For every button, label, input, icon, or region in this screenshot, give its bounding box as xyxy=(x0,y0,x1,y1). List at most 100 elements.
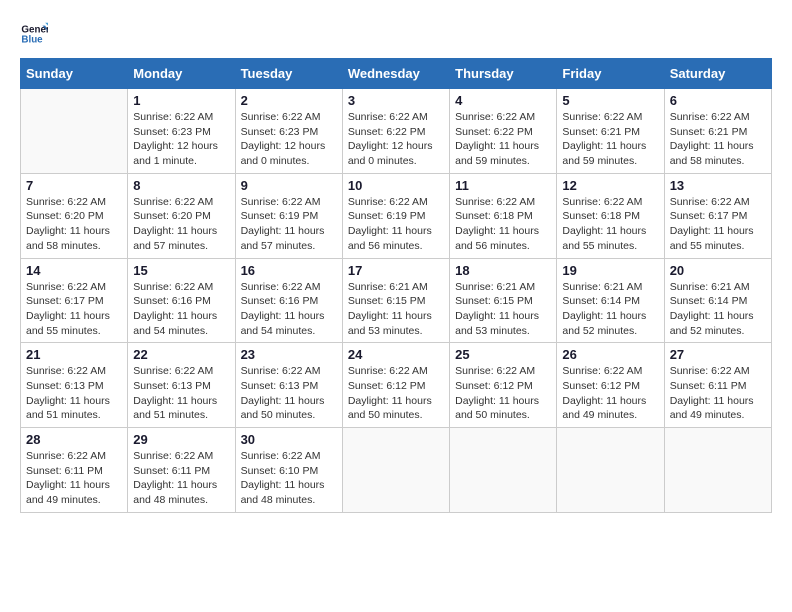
calendar-cell: 6Sunrise: 6:22 AM Sunset: 6:21 PM Daylig… xyxy=(664,89,771,174)
day-number: 30 xyxy=(241,432,337,447)
day-header-friday: Friday xyxy=(557,59,664,89)
day-info: Sunrise: 6:22 AM Sunset: 6:23 PM Dayligh… xyxy=(241,110,337,169)
calendar-cell: 13Sunrise: 6:22 AM Sunset: 6:17 PM Dayli… xyxy=(664,173,771,258)
calendar-cell: 10 Sunrise: 6:22 AM Sunset: 6:19 PM Dayli… xyxy=(342,173,449,258)
day-number: 4 xyxy=(455,93,551,108)
day-info: Sunrise: 6:22 AM Sunset: 6:13 PM Dayligh… xyxy=(241,364,337,423)
calendar-cell xyxy=(342,428,449,513)
day-info: Sunrise: 6:21 AM Sunset: 6:14 PM Dayligh… xyxy=(670,280,766,339)
day-info: Sunrise: 6:21 AM Sunset: 6:14 PM Dayligh… xyxy=(562,280,658,339)
calendar-cell: 15 Sunrise: 6:22 AM Sunset: 6:16 PM Dayli… xyxy=(128,258,235,343)
day-number: 2 xyxy=(241,93,337,108)
day-number: 23 xyxy=(241,347,337,362)
day-info: Sunrise: 6:22 AM Sunset: 6:18 PM Dayligh… xyxy=(562,195,658,254)
day-number: 10 xyxy=(348,178,444,193)
day-number: 16 xyxy=(241,263,337,278)
day-info: Sunrise: 6:22 AM Sunset: 6:22 PM Dayligh… xyxy=(455,110,551,169)
calendar-cell: 29 Sunrise: 6:22 AM Sunset: 6:11 PM Dayli… xyxy=(128,428,235,513)
calendar-cell: 17 Sunrise: 6:21 AM Sunset: 6:15 PM Dayli… xyxy=(342,258,449,343)
day-number: 18 xyxy=(455,263,551,278)
day-info: Sunrise: 6:22 AM Sunset: 6:12 PM Dayligh… xyxy=(455,364,551,423)
calendar-cell xyxy=(450,428,557,513)
week-row-5: 28 Sunrise: 6:22 AM Sunset: 6:11 PM Dayli… xyxy=(21,428,772,513)
day-info: Sunrise: 6:22 AM Sunset: 6:10 PM Dayligh… xyxy=(241,449,337,508)
day-info: Sunrise: 6:22 AM Sunset: 6:11 PM Dayligh… xyxy=(670,364,766,423)
day-info: Sunrise: 6:22 AM Sunset: 6:20 PM Dayligh… xyxy=(26,195,122,254)
day-info: Sunrise: 6:22 AM Sunset: 6:22 PM Dayligh… xyxy=(348,110,444,169)
day-number: 13 xyxy=(670,178,766,193)
calendar-cell: 28 Sunrise: 6:22 AM Sunset: 6:11 PM Dayli… xyxy=(21,428,128,513)
calendar-cell: 8Sunrise: 6:22 AM Sunset: 6:20 PM Daylig… xyxy=(128,173,235,258)
day-number: 11 xyxy=(455,178,551,193)
day-header-saturday: Saturday xyxy=(664,59,771,89)
calendar-cell: 5 Sunrise: 6:22 AM Sunset: 6:21 PM Daylig… xyxy=(557,89,664,174)
day-number: 6 xyxy=(670,93,766,108)
day-number: 5 xyxy=(562,93,658,108)
day-number: 24 xyxy=(348,347,444,362)
day-info: Sunrise: 6:22 AM Sunset: 6:11 PM Dayligh… xyxy=(26,449,122,508)
calendar-cell: 16 Sunrise: 6:22 AM Sunset: 6:16 PM Dayli… xyxy=(235,258,342,343)
day-number: 17 xyxy=(348,263,444,278)
week-row-3: 14Sunrise: 6:22 AM Sunset: 6:17 PM Dayli… xyxy=(21,258,772,343)
calendar-cell: 18 Sunrise: 6:21 AM Sunset: 6:15 PM Dayli… xyxy=(450,258,557,343)
calendar-cell: 26 Sunrise: 6:22 AM Sunset: 6:12 PM Dayli… xyxy=(557,343,664,428)
day-number: 27 xyxy=(670,347,766,362)
day-header-monday: Monday xyxy=(128,59,235,89)
logo: General Blue xyxy=(20,20,52,48)
page-header: General Blue xyxy=(20,20,772,48)
week-row-4: 21 Sunrise: 6:22 AM Sunset: 6:13 PM Dayli… xyxy=(21,343,772,428)
calendar-cell: 23 Sunrise: 6:22 AM Sunset: 6:13 PM Dayli… xyxy=(235,343,342,428)
day-info: Sunrise: 6:22 AM Sunset: 6:18 PM Dayligh… xyxy=(455,195,551,254)
day-info: Sunrise: 6:22 AM Sunset: 6:23 PM Dayligh… xyxy=(133,110,229,169)
calendar-cell: 25 Sunrise: 6:22 AM Sunset: 6:12 PM Dayli… xyxy=(450,343,557,428)
day-number: 28 xyxy=(26,432,122,447)
calendar-cell: 24 Sunrise: 6:22 AM Sunset: 6:12 PM Dayli… xyxy=(342,343,449,428)
day-header-wednesday: Wednesday xyxy=(342,59,449,89)
svg-text:Blue: Blue xyxy=(21,34,43,45)
calendar-cell: 1 Sunrise: 6:22 AM Sunset: 6:23 PM Daylig… xyxy=(128,89,235,174)
day-number: 12 xyxy=(562,178,658,193)
calendar-cell: 4 Sunrise: 6:22 AM Sunset: 6:22 PM Daylig… xyxy=(450,89,557,174)
calendar-cell: 27 Sunrise: 6:22 AM Sunset: 6:11 PM Dayli… xyxy=(664,343,771,428)
day-info: Sunrise: 6:22 AM Sunset: 6:16 PM Dayligh… xyxy=(133,280,229,339)
day-number: 3 xyxy=(348,93,444,108)
day-info: Sunrise: 6:22 AM Sunset: 6:11 PM Dayligh… xyxy=(133,449,229,508)
day-number: 29 xyxy=(133,432,229,447)
day-info: Sunrise: 6:22 AM Sunset: 6:12 PM Dayligh… xyxy=(348,364,444,423)
day-info: Sunrise: 6:22 AM Sunset: 6:13 PM Dayligh… xyxy=(133,364,229,423)
day-info: Sunrise: 6:22 AM Sunset: 6:19 PM Dayligh… xyxy=(348,195,444,254)
day-number: 1 xyxy=(133,93,229,108)
calendar-cell: 20Sunrise: 6:21 AM Sunset: 6:14 PM Dayli… xyxy=(664,258,771,343)
day-header-tuesday: Tuesday xyxy=(235,59,342,89)
day-number: 25 xyxy=(455,347,551,362)
days-header-row: SundayMondayTuesdayWednesdayThursdayFrid… xyxy=(21,59,772,89)
day-number: 19 xyxy=(562,263,658,278)
calendar-cell: 9Sunrise: 6:22 AM Sunset: 6:19 PM Daylig… xyxy=(235,173,342,258)
day-number: 26 xyxy=(562,347,658,362)
logo-icon: General Blue xyxy=(20,20,48,48)
calendar-cell: 21 Sunrise: 6:22 AM Sunset: 6:13 PM Dayli… xyxy=(21,343,128,428)
calendar-cell: 2 Sunrise: 6:22 AM Sunset: 6:23 PM Daylig… xyxy=(235,89,342,174)
day-info: Sunrise: 6:22 AM Sunset: 6:16 PM Dayligh… xyxy=(241,280,337,339)
day-number: 14 xyxy=(26,263,122,278)
day-number: 21 xyxy=(26,347,122,362)
day-info: Sunrise: 6:22 AM Sunset: 6:12 PM Dayligh… xyxy=(562,364,658,423)
week-row-1: 1 Sunrise: 6:22 AM Sunset: 6:23 PM Daylig… xyxy=(21,89,772,174)
day-number: 15 xyxy=(133,263,229,278)
day-info: Sunrise: 6:21 AM Sunset: 6:15 PM Dayligh… xyxy=(455,280,551,339)
calendar-cell: 11 Sunrise: 6:22 AM Sunset: 6:18 PM Dayli… xyxy=(450,173,557,258)
day-info: Sunrise: 6:22 AM Sunset: 6:13 PM Dayligh… xyxy=(26,364,122,423)
day-info: Sunrise: 6:22 AM Sunset: 6:20 PM Dayligh… xyxy=(133,195,229,254)
day-number: 7 xyxy=(26,178,122,193)
calendar-cell: 22 Sunrise: 6:22 AM Sunset: 6:13 PM Dayli… xyxy=(128,343,235,428)
day-header-thursday: Thursday xyxy=(450,59,557,89)
calendar-cell: 7 Sunrise: 6:22 AM Sunset: 6:20 PM Daylig… xyxy=(21,173,128,258)
calendar-cell xyxy=(664,428,771,513)
calendar-cell: 3 Sunrise: 6:22 AM Sunset: 6:22 PM Daylig… xyxy=(342,89,449,174)
day-number: 22 xyxy=(133,347,229,362)
day-info: Sunrise: 6:22 AM Sunset: 6:19 PM Dayligh… xyxy=(241,195,337,254)
day-info: Sunrise: 6:21 AM Sunset: 6:15 PM Dayligh… xyxy=(348,280,444,339)
day-info: Sunrise: 6:22 AM Sunset: 6:21 PM Dayligh… xyxy=(562,110,658,169)
calendar-cell: 12 Sunrise: 6:22 AM Sunset: 6:18 PM Dayli… xyxy=(557,173,664,258)
calendar-cell: 14Sunrise: 6:22 AM Sunset: 6:17 PM Dayli… xyxy=(21,258,128,343)
